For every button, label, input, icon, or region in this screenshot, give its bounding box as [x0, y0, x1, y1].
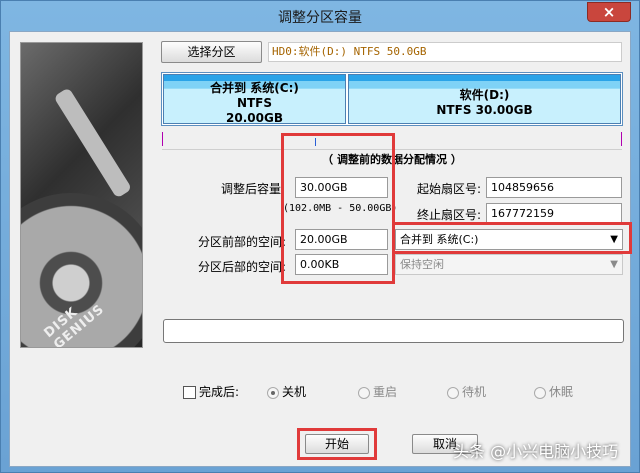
end-sector-input[interactable]: 167772159 — [486, 203, 622, 224]
checkbox-box[interactable] — [183, 386, 196, 399]
chevron-down-icon: ▼ — [610, 234, 618, 245]
disk-info-display: HD0:软件(D:) NTFS 50.0GB — [268, 42, 622, 62]
radio-restart[interactable]: 重启 — [358, 383, 397, 400]
space-before-label: 分区前部的空间: — [197, 235, 286, 249]
actuator-arm-graphic — [53, 87, 133, 199]
select-partition-button[interactable]: 选择分区 — [161, 41, 262, 63]
after-completion-checkbox[interactable]: 完成后: — [183, 383, 239, 400]
ruler-tick-end — [621, 132, 622, 146]
radio-hibernate-label: 休眠 — [549, 385, 574, 399]
radio-indicator[interactable] — [447, 386, 459, 399]
partition-d-fs-size: NTFS 30.00GB — [436, 103, 533, 117]
start-sector-input[interactable]: 104859656 — [486, 177, 622, 198]
dialog-window: 调整分区容量 × DISK GENIUS 选择分区 HD0:软件(D:) NTF… — [0, 0, 640, 473]
watermark-text: 头条 @小兴电脑小技巧 — [453, 442, 619, 461]
space-before-input[interactable]: 20.00GB — [295, 229, 388, 250]
close-button[interactable]: × — [587, 2, 631, 22]
start-button[interactable]: 开始 — [305, 434, 369, 454]
ruler-tick-start — [162, 132, 163, 146]
dialog-client-area: DISK GENIUS 选择分区 HD0:软件(D:) NTFS 50.0GB … — [9, 31, 632, 467]
partition-c-name: 合并到 系统(C:) — [210, 81, 299, 95]
partition-c-fs: NTFS — [236, 96, 273, 110]
radio-standby[interactable]: 待机 — [447, 383, 486, 400]
radio-restart-label: 重启 — [373, 385, 398, 399]
end-sector-label: 终止扇区号: — [416, 208, 481, 222]
radio-shutdown[interactable]: 关机 — [267, 383, 306, 400]
ruler-tick-boundary — [315, 138, 316, 146]
space-before-action-value: 合并到 系统(C:) — [400, 233, 479, 246]
partition-ruler — [162, 132, 622, 150]
after-completion-label: 完成后: — [199, 385, 240, 399]
radio-shutdown-label: 关机 — [282, 385, 307, 399]
radio-indicator[interactable] — [358, 386, 370, 399]
partition-map: 合并到 系统(C:) NTFS 20.00GB 软件(D:) NTFS 30.0… — [161, 72, 623, 126]
space-after-action-select: 保持空闲 ▼ — [395, 254, 623, 275]
partition-block-d[interactable]: 软件(D:) NTFS 30.00GB — [348, 74, 621, 124]
window-title: 调整分区容量 — [278, 10, 362, 26]
progress-bar — [163, 319, 624, 343]
space-before-action-select[interactable]: 合并到 系统(C:) ▼ — [395, 229, 623, 250]
start-sector-label: 起始扇区号: — [416, 182, 481, 196]
radio-standby-label: 待机 — [462, 385, 487, 399]
radio-hibernate[interactable]: 休眠 — [534, 383, 573, 400]
size-range-hint: (102.0MB - 50.00GB) — [283, 203, 398, 214]
radio-indicator[interactable] — [267, 386, 279, 399]
partition-block-c[interactable]: 合并到 系统(C:) NTFS 20.00GB — [163, 74, 346, 125]
partition-c-size: 20.00GB — [226, 111, 283, 125]
radio-indicator[interactable] — [534, 386, 546, 399]
chevron-down-icon: ▼ — [610, 259, 618, 270]
disk-genius-hdd-image: DISK GENIUS — [20, 42, 143, 348]
section-caption: （ 调整前的数据分配情况 ） — [322, 153, 462, 166]
space-after-action-value: 保持空闲 — [400, 258, 444, 271]
title-bar[interactable]: 调整分区容量 × — [1, 1, 639, 31]
adjusted-size-input[interactable]: 30.00GB — [295, 177, 388, 198]
space-after-input[interactable]: 0.00KB — [295, 254, 388, 275]
adjusted-size-label: 调整后容量: — [220, 182, 285, 196]
partition-d-name: 软件(D:) — [459, 88, 510, 102]
space-after-label: 分区后部的空间: — [197, 260, 286, 274]
